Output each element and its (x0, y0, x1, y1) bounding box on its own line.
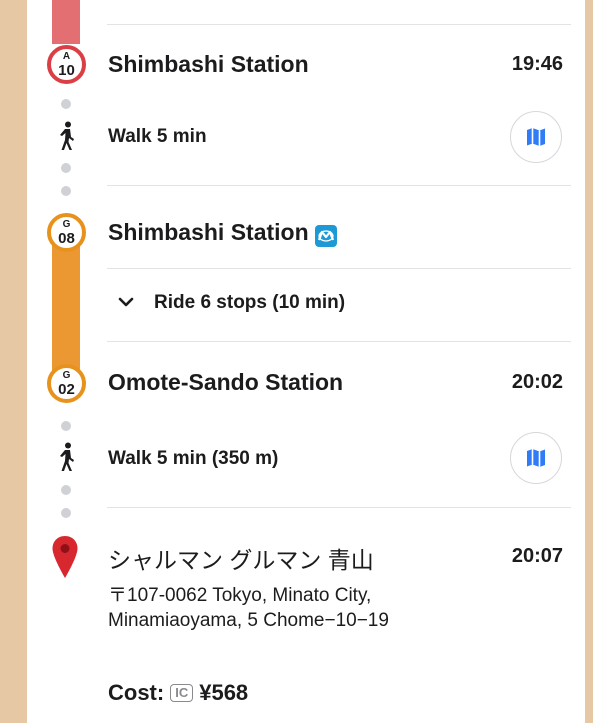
ride-toggle[interactable]: Ride 6 stops (10 min) (118, 292, 345, 314)
walking-person-icon (56, 121, 78, 156)
divider (107, 185, 571, 186)
background-left (0, 0, 27, 723)
arrival-time: 20:07 (511, 545, 563, 567)
chevron-down-icon (118, 292, 134, 314)
destination-title[interactable]: シャルマン グルマン 青山 (108, 541, 374, 575)
walk-dot (61, 186, 71, 196)
arrival-time: 20:02 (511, 371, 563, 393)
walk-dot (61, 99, 71, 109)
walking-person-icon (56, 442, 78, 477)
cost-amount: ¥568 (199, 680, 249, 705)
map-icon (527, 128, 545, 146)
divider (107, 24, 571, 25)
walk-dot (61, 421, 71, 431)
walk-dot (61, 508, 71, 518)
station-badge-a10: A 10 (47, 45, 86, 84)
cost-label: Cost: (108, 680, 165, 705)
divider (107, 507, 571, 508)
station-badge-g02: G 02 (47, 364, 86, 403)
divider (107, 341, 571, 342)
map-button[interactable] (510, 111, 562, 163)
divider (107, 268, 571, 269)
walk-label: Walk 5 min (108, 126, 207, 147)
location-pin-icon (51, 535, 79, 584)
tokyo-metro-icon (314, 225, 337, 247)
map-icon (527, 449, 545, 467)
arrival-time: 19:46 (511, 53, 563, 75)
ride-label: Ride 6 stops (10 min) (154, 292, 346, 313)
walk-dot (61, 485, 71, 495)
line-segment-orange (52, 232, 80, 382)
ic-card-badge: IC (170, 684, 194, 702)
background-right (585, 0, 593, 723)
cost-row: Cost: IC ¥568 (108, 680, 248, 706)
station-badge-g08: G 08 (47, 213, 86, 252)
walk-dot (61, 163, 71, 173)
line-segment-red (52, 0, 80, 44)
map-button[interactable] (510, 432, 562, 484)
station-title-omote-sando[interactable]: Omote-Sando Station (108, 369, 343, 396)
destination-address: 〒107-0062 Tokyo, Minato City, Minamiaoya… (108, 585, 389, 631)
walk-label: Walk 5 min (350 m) (108, 448, 279, 469)
station-title-shimbashi[interactable]: Shimbashi Station (108, 51, 309, 78)
station-title-shimbashi-metro[interactable]: Shimbashi Station (108, 219, 337, 247)
